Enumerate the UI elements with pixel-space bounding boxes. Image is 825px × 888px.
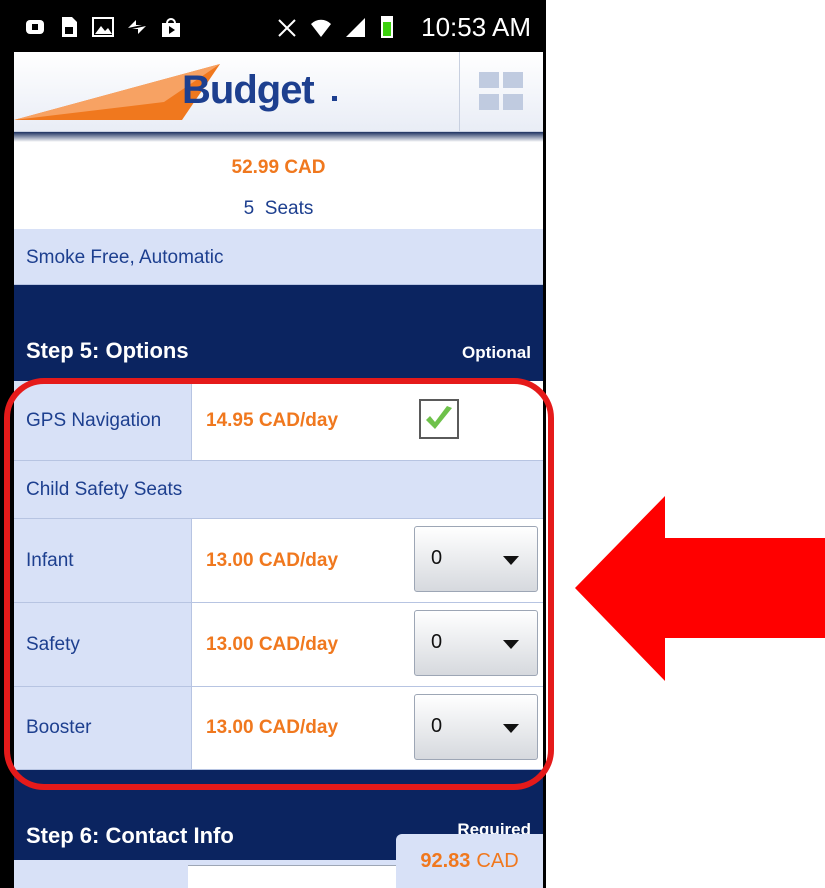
total-amount: 92.83 [420, 849, 471, 872]
vehicle-seats: 5 Seats [14, 198, 543, 220]
clock: 10:53 AM [421, 12, 531, 42]
grid-menu-icon[interactable] [479, 72, 525, 112]
status-bar: 10:53 AM [14, 0, 543, 52]
signal-icon [346, 18, 365, 37]
vehicle-features: Smoke Free, Automatic [14, 229, 543, 285]
total-price-badge[interactable]: 92.83 CAD [396, 834, 543, 888]
usb-icon [26, 20, 44, 34]
contact-input[interactable] [188, 865, 408, 888]
scroll-shadow [14, 132, 543, 142]
battery-icon [381, 16, 393, 38]
mute-icon [278, 19, 296, 37]
brand-name[interactable]: Budget [182, 68, 315, 113]
total-currency: CAD [476, 849, 519, 872]
brand-trademark [332, 96, 337, 101]
seats-label: Seats [264, 198, 314, 219]
vehicle-price: 52.99 CAD [231, 157, 326, 178]
seats-count: 5 [243, 198, 255, 219]
sync-icon [128, 20, 146, 34]
step5-tag: Optional [462, 343, 531, 362]
gallery-icon [92, 17, 114, 37]
app-header: Budget [14, 52, 543, 132]
step5-title: Step 5: Options [26, 338, 189, 363]
step5-header: Step 5: Options Optional [14, 285, 543, 381]
play-store-icon [162, 18, 180, 37]
red-arrow-annotation [575, 496, 825, 681]
step6-title: Step 6: Contact Info [26, 823, 234, 848]
highlight-outline [4, 378, 554, 790]
header-divider [459, 52, 460, 132]
wifi-icon [311, 19, 331, 37]
sim-icon [62, 17, 77, 37]
